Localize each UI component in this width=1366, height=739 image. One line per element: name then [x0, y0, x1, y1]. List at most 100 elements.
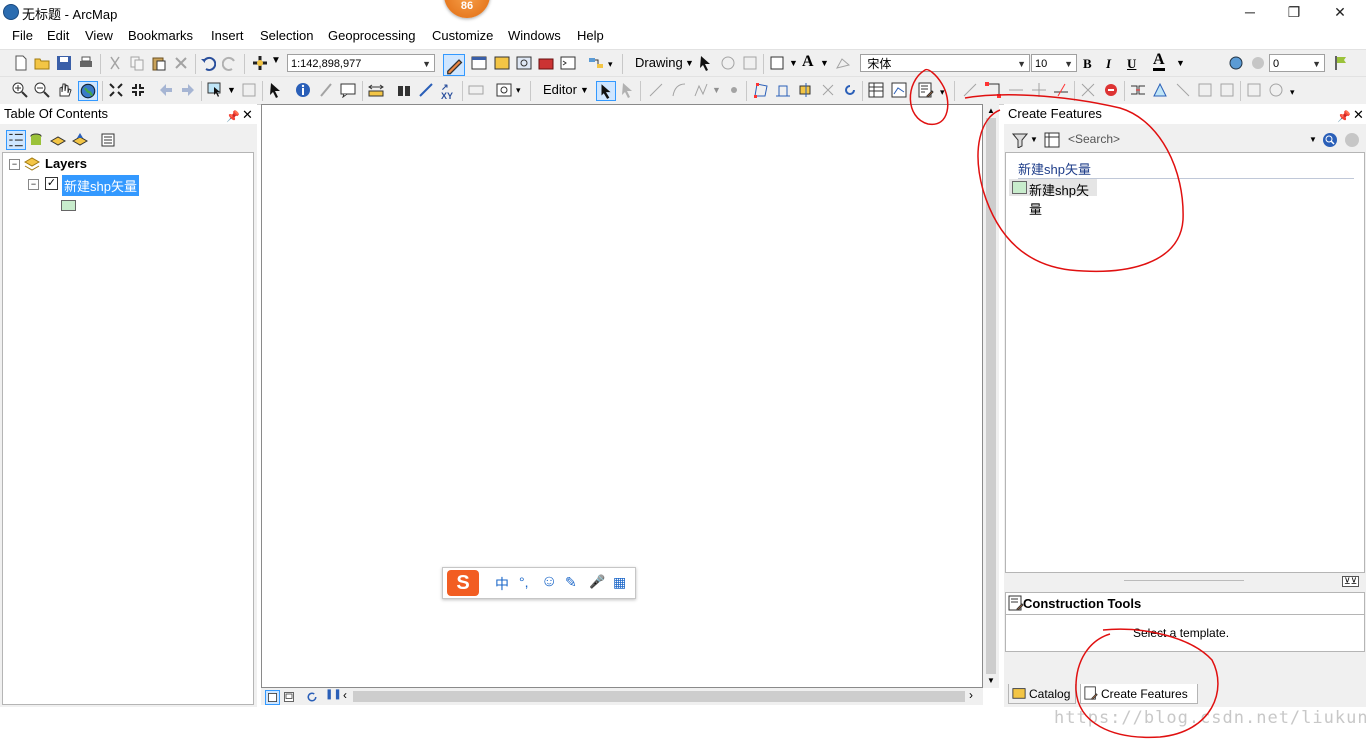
ime-chinese-mode[interactable]: 中 — [495, 574, 509, 594]
clear-search-icon[interactable] — [1344, 132, 1360, 148]
scroll-left-icon[interactable]: ‹ — [343, 688, 347, 702]
menu-geoprocessing[interactable]: Geoprocessing — [328, 28, 415, 43]
topology-vertex-icon[interactable] — [985, 82, 1001, 98]
scroll-down-icon[interactable]: ▼ — [987, 676, 995, 685]
filter-templates-icon[interactable] — [1012, 132, 1028, 148]
map-display[interactable] — [261, 104, 983, 688]
forward-extent-icon[interactable] — [180, 82, 196, 98]
sogou-logo-icon[interactable]: S — [447, 570, 479, 596]
menu-view[interactable]: View — [85, 28, 113, 43]
identify-icon[interactable] — [295, 82, 311, 98]
menu-insert[interactable]: Insert — [211, 28, 244, 43]
editor-toolbar-toggle-icon[interactable] — [443, 54, 465, 76]
zoom-in-icon[interactable] — [12, 82, 28, 98]
trace-icon[interactable] — [693, 82, 709, 98]
point-icon[interactable] — [726, 82, 742, 98]
splitter-grip[interactable] — [1124, 580, 1244, 581]
save-icon[interactable] — [56, 55, 72, 71]
list-by-drawing-order-icon[interactable] — [6, 130, 26, 150]
font-color-button[interactable]: A — [1153, 52, 1165, 71]
menu-help[interactable]: Help — [577, 28, 604, 43]
cut-polygons-icon[interactable] — [798, 82, 814, 98]
organize-templates-icon[interactable] — [1044, 132, 1060, 148]
drawing-menu-button[interactable]: Drawing — [635, 55, 683, 70]
open-folder-icon[interactable] — [34, 55, 50, 71]
rectangle-dropdown-icon[interactable]: ▼ — [789, 58, 798, 68]
minimize-icon[interactable]: ─ — [1230, 2, 1270, 22]
arc-segment-icon[interactable] — [671, 82, 687, 98]
font-size-combo[interactable]: 10 ▼ — [1031, 54, 1077, 72]
catalog-window-icon[interactable] — [494, 55, 510, 71]
fixed-zoom-in-icon[interactable] — [108, 82, 124, 98]
map-vertical-scrollbar[interactable]: ▲ ▼ — [983, 104, 999, 688]
time-slider-icon[interactable] — [468, 82, 484, 98]
toolbar-overflow-icon[interactable]: ▾ — [1290, 87, 1295, 98]
close-icon[interactable]: ✕ — [242, 105, 253, 125]
offset-combo[interactable]: 0 ▼ — [1269, 54, 1325, 72]
paste-icon[interactable] — [151, 55, 167, 71]
ime-toolbox-icon[interactable]: ▦ — [613, 574, 626, 591]
rotate-feature-icon[interactable] — [842, 82, 858, 98]
select-features-dropdown-icon[interactable]: ▼ — [227, 85, 236, 95]
bold-button[interactable]: B — [1083, 56, 1092, 72]
menu-edit[interactable]: Edit — [47, 28, 69, 43]
search-icon[interactable] — [1322, 132, 1338, 148]
python-window-icon[interactable] — [560, 55, 576, 71]
layout-view-icon[interactable] — [283, 691, 295, 703]
clear-selection-icon[interactable] — [241, 82, 257, 98]
editor-menu-button[interactable]: Editor — [543, 82, 577, 97]
map-scale-combo[interactable]: 1:142,898,977 ▼ — [287, 54, 435, 72]
menu-customize[interactable]: Customize — [432, 28, 493, 43]
ime-punctuation-icon[interactable]: °, — [519, 574, 529, 590]
html-popup-icon[interactable] — [340, 82, 356, 98]
underline-button[interactable]: U — [1127, 56, 1136, 72]
find-route-icon[interactable] — [418, 82, 434, 98]
list-by-selection-icon[interactable] — [72, 132, 88, 148]
pan-hand-icon[interactable] — [56, 82, 72, 98]
layer-name-label[interactable]: 新建shp矢量 — [62, 175, 139, 196]
full-extent-globe-icon[interactable] — [78, 81, 98, 101]
ime-emoji-icon[interactable]: ☺ — [541, 573, 557, 591]
topology-cross-icon[interactable] — [1031, 82, 1047, 98]
sketch-properties-icon[interactable] — [891, 82, 907, 98]
new-document-icon[interactable] — [13, 55, 29, 71]
scrollbar-thumb[interactable] — [986, 118, 996, 674]
scroll-up-icon[interactable]: ▲ — [987, 106, 995, 115]
list-by-visibility-icon[interactable] — [50, 132, 66, 148]
scroll-right-icon[interactable]: › — [969, 688, 973, 702]
layer-symbol-swatch[interactable] — [61, 200, 76, 211]
georeferencing-icon[interactable] — [1228, 55, 1244, 71]
template-search-input[interactable]: <Search> — [1068, 132, 1120, 146]
zoom-to-selected-elements-icon[interactable] — [742, 55, 758, 71]
toolbar-overflow-icon[interactable]: ▾ — [940, 87, 945, 98]
ime-voice-icon[interactable]: 🎤 — [589, 574, 605, 590]
italic-button[interactable]: I — [1106, 56, 1111, 72]
find-binoculars-icon[interactable] — [396, 82, 412, 98]
data-view-icon[interactable] — [265, 690, 280, 705]
create-features-window-icon[interactable] — [918, 82, 934, 98]
error-inspector-icon[interactable] — [1103, 82, 1119, 98]
rotate-icon[interactable] — [720, 55, 736, 71]
list-by-source-icon[interactable] — [28, 132, 44, 148]
topology-edit-icon[interactable] — [962, 82, 978, 98]
create-viewer-window-icon[interactable] — [496, 82, 512, 98]
delete-icon[interactable] — [173, 55, 189, 71]
zoom-out-icon[interactable] — [34, 82, 50, 98]
link-icon[interactable] — [1250, 55, 1266, 71]
reshape-feature-icon[interactable] — [775, 82, 791, 98]
template-item[interactable]: 新建shp矢量 — [1009, 179, 1097, 217]
text-tool-icon[interactable]: A — [802, 53, 814, 71]
select-elements-icon[interactable] — [268, 82, 284, 98]
filter-dropdown-icon[interactable]: ▼ — [1030, 135, 1038, 144]
select-features-icon[interactable] — [207, 82, 223, 98]
ime-handwriting-icon[interactable]: ✎ — [565, 574, 577, 591]
attribute-transfer-icon[interactable] — [1175, 82, 1191, 98]
smooth-icon[interactable] — [1268, 82, 1284, 98]
copy-icon[interactable] — [129, 55, 145, 71]
tab-create-features[interactable]: Create Features — [1080, 684, 1198, 704]
layers-root-label[interactable]: Layers — [45, 156, 87, 171]
toc-options-icon[interactable] — [100, 132, 116, 148]
text-dropdown-icon[interactable]: ▼ — [820, 58, 829, 68]
straight-segment-icon[interactable] — [648, 82, 664, 98]
displacement-link-icon[interactable] — [1197, 82, 1213, 98]
